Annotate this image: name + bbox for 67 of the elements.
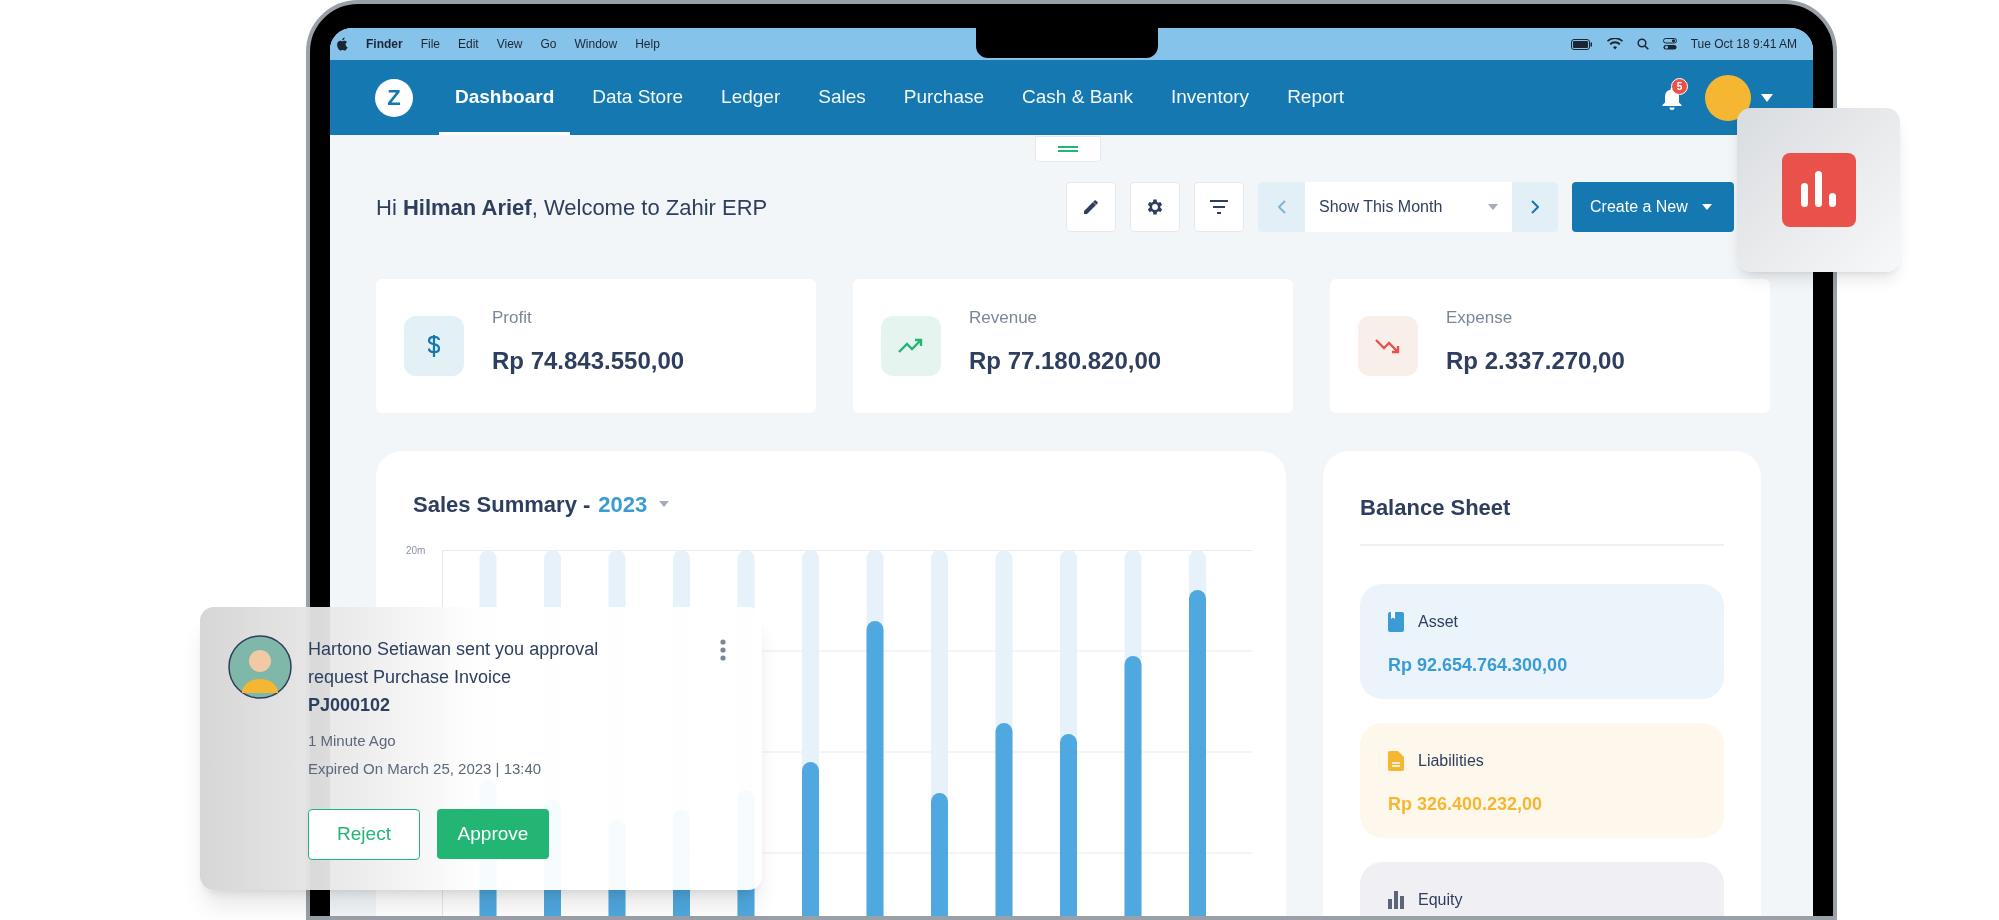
menu-item[interactable]: View <box>496 35 523 53</box>
stat-label: Expense <box>1446 307 1514 330</box>
menu-item[interactable]: Go <box>540 35 557 53</box>
user-avatar[interactable] <box>1705 74 1751 121</box>
stat-value: Rp 2.337.270,00 <box>1446 345 1625 376</box>
pencil-icon <box>1082 198 1100 216</box>
balance-item-value: Rp 326.400.232,00 <box>1388 793 1544 816</box>
period-dropdown[interactable]: Show This Month <box>1305 182 1512 232</box>
balance-item-label: Liabilities <box>1418 751 1484 771</box>
chevron-right-icon <box>1531 200 1539 214</box>
dollar-icon <box>427 334 441 358</box>
nav-tab[interactable]: Dashboard <box>439 60 571 135</box>
menu-item[interactable]: Help <box>635 35 660 53</box>
time-ago: 1 Minute Ago <box>308 731 397 751</box>
avatar-icon <box>228 635 292 699</box>
caret-down-icon[interactable] <box>1761 93 1773 102</box>
bar-chart-icon[interactable] <box>1781 153 1856 227</box>
expiry-text: Expired On March 25, 2023 | 13:40 <box>308 759 543 779</box>
battery-icon[interactable] <box>1570 38 1593 50</box>
menu-item[interactable]: Edit <box>458 35 479 53</box>
more-options-icon[interactable] <box>720 639 726 661</box>
drawer-handle[interactable] <box>1035 136 1101 162</box>
chart-title: Sales Summary - <box>413 490 591 519</box>
nav-tab[interactable]: Ledger <box>705 60 797 135</box>
filter-icon <box>1209 200 1229 214</box>
greeting-text: Hi Hilman Arief, Welcome to Zahir ERP <box>376 193 768 222</box>
axis-label: 20m <box>406 546 426 556</box>
menu-item[interactable]: Window <box>574 35 618 53</box>
filter-button[interactable] <box>1194 182 1244 232</box>
app-logo[interactable]: Z <box>375 78 413 117</box>
menu-clock: Tue Oct 18 9:41 AM <box>1690 36 1797 53</box>
apple-icon[interactable] <box>336 37 348 51</box>
control-center-icon[interactable] <box>1662 38 1677 50</box>
stat-value: Rp 74.843.550,00 <box>492 345 685 376</box>
create-new-button[interactable]: Create a New <box>1572 182 1734 232</box>
settings-button[interactable] <box>1130 182 1180 232</box>
balance-item-value: Rp 92.654.764.300,00 <box>1388 654 1569 677</box>
approve-button[interactable]: Approve <box>437 809 549 859</box>
notification-badge: 5 <box>1671 77 1688 95</box>
balance-item-label: Equity <box>1418 890 1463 910</box>
reject-button[interactable]: Reject <box>308 809 420 860</box>
nav-tab[interactable]: Cash & Bank <box>1006 60 1149 135</box>
balance-item-label: Asset <box>1418 612 1458 632</box>
nav-tab[interactable]: Report <box>1271 60 1361 135</box>
stat-label: Profit <box>492 307 533 330</box>
menu-item[interactable]: File <box>420 35 440 53</box>
trend-down-icon <box>1375 338 1401 354</box>
caret-down-icon <box>1701 204 1712 210</box>
nav-tab[interactable]: Purchase <box>887 60 1001 135</box>
edit-button[interactable] <box>1066 182 1116 232</box>
chevron-left-icon <box>1277 200 1286 214</box>
reference-number: PJ000102 <box>308 694 392 717</box>
notification-message: Hartono Setiawan sent you approval request Purchase Invoice <box>308 638 600 689</box>
wifi-icon[interactable] <box>1606 38 1623 50</box>
balance-sheet-title: Balance Sheet <box>1360 494 1512 517</box>
caret-down-icon <box>1488 204 1498 210</box>
trend-up-icon <box>898 338 924 354</box>
nav-tab[interactable]: Inventory <box>1154 60 1266 135</box>
nav-tab[interactable]: Data Store <box>576 60 700 135</box>
stat-label: Revenue <box>969 307 1039 330</box>
stat-value: Rp 77.180.820,00 <box>969 345 1162 376</box>
settings-icon <box>1145 197 1165 217</box>
menu-item[interactable]: Finder <box>366 35 403 53</box>
year-dropdown[interactable]: 2023 <box>598 487 670 521</box>
search-icon[interactable] <box>1636 38 1649 50</box>
caret-down-icon <box>659 501 670 507</box>
nav-tab[interactable]: Sales <box>802 60 882 135</box>
